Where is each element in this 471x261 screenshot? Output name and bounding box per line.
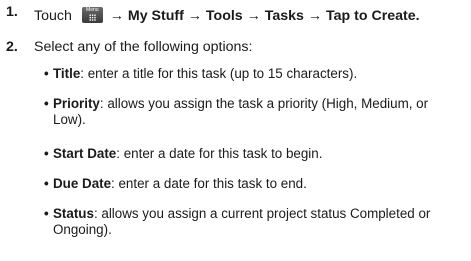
step-prefix: Touch (34, 8, 72, 24)
option-description: : enter a date for this task to begin. (116, 146, 323, 161)
bullet-icon: • (44, 206, 49, 221)
option-text: Title: enter a title for this task (up t… (53, 66, 453, 82)
navigation-path: → My Stuff → Tools → Tasks → Tap to Crea… (109, 8, 420, 24)
step-text: Select any of the following options: (34, 39, 253, 55)
option-term: Due Date (53, 176, 112, 191)
bullet-icon: • (44, 176, 49, 191)
option-term: Priority (53, 96, 100, 111)
manual-page: 1. Touch Menu → My Stuff → Tools → Tasks… (0, 0, 471, 261)
menu-key-label: Menu (86, 7, 99, 13)
option-term: Title (53, 66, 81, 81)
option-text: Status: allows you assign a current proj… (53, 206, 453, 238)
bullet-icon: • (44, 66, 49, 81)
option-term: Status (53, 206, 94, 221)
option-text: Start Date: enter a date for this task t… (53, 146, 453, 162)
option-description: : enter a date for this task to end. (111, 176, 307, 191)
option-description: : allows you assign the task a priority … (53, 96, 429, 127)
option-text: Priority: allows you assign the task a p… (53, 96, 453, 128)
option-description: : allows you assign a current project st… (53, 206, 431, 237)
option-term: Start Date (53, 146, 117, 161)
option-text: Due Date: enter a date for this task to … (53, 176, 453, 192)
bullet-icon: • (44, 146, 49, 161)
menu-key-icon: Menu (81, 7, 103, 23)
step-number: 1. (6, 4, 18, 20)
step-number: 2. (6, 39, 18, 55)
option-description: : enter a title for this task (up to 15 … (80, 66, 358, 81)
bullet-icon: • (44, 96, 49, 111)
menu-grid-icon (88, 14, 96, 21)
step-text: Touch Menu → My Stuff → Tools → Tasks → … (34, 4, 420, 25)
